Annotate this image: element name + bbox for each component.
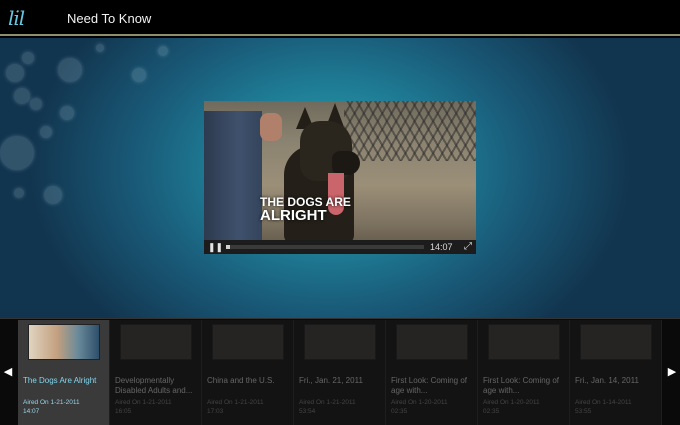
episode-duration: 02:35 bbox=[391, 408, 408, 415]
decorative-bubble bbox=[44, 186, 62, 204]
episode-tile[interactable]: First Look: Coming of age with... Aired O… bbox=[386, 320, 478, 425]
episode-aired: Aired On 1-20-2011 bbox=[391, 399, 448, 406]
episode-thumbnail bbox=[396, 324, 468, 360]
decorative-bubble bbox=[132, 68, 146, 82]
decorative-bubble bbox=[22, 52, 34, 64]
episode-thumbnail bbox=[304, 324, 376, 360]
page-title: Need To Know bbox=[67, 11, 152, 26]
app-window: lil Need To Know THE DOGS ARE ALRIGHT ❚❚… bbox=[0, 0, 680, 425]
episode-thumbnail bbox=[120, 324, 192, 360]
episode-tile[interactable]: First Look: Coming of age with... Aired O… bbox=[478, 320, 570, 425]
pause-icon[interactable]: ❚❚ bbox=[208, 242, 223, 252]
episode-tile[interactable]: Developmentally Disabled Adults and... Ai… bbox=[110, 320, 202, 425]
progress-bar[interactable] bbox=[226, 245, 424, 249]
episode-duration: 16:05 bbox=[115, 408, 132, 415]
episode-duration: 17:03 bbox=[207, 408, 224, 415]
episode-meta: Aired On 1-21-2011 17:03 bbox=[207, 398, 291, 416]
episode-title: China and the U.S. bbox=[207, 376, 275, 385]
episode-duration: 53:55 bbox=[575, 408, 592, 415]
episode-thumbnail bbox=[28, 324, 100, 360]
episode-duration: 53:54 bbox=[299, 408, 316, 415]
episode-aired: Aired On 1-20-2011 bbox=[483, 399, 540, 406]
video-frame-fence bbox=[344, 101, 476, 161]
video-stage: THE DOGS ARE ALRIGHT ❚❚ 14:07 ⤢ bbox=[0, 38, 680, 318]
decorative-bubble bbox=[58, 58, 82, 82]
episode-title: Fri., Jan. 21, 2011 bbox=[299, 376, 363, 385]
episode-tile[interactable]: China and the U.S. Aired On 1-21-2011 17:0… bbox=[202, 320, 294, 425]
episode-thumbnail bbox=[488, 324, 560, 360]
video-duration: 14:07 bbox=[430, 242, 453, 252]
episode-meta: Aired On 1-20-2011 02:35 bbox=[391, 398, 475, 416]
video-frame-dog-snout bbox=[332, 151, 360, 175]
episode-tile[interactable]: Fri., Jan. 21, 2011 Aired On 1-21-2011 53:… bbox=[294, 320, 386, 425]
video-caption-line2: ALRIGHT bbox=[260, 207, 327, 224]
scroll-right-icon[interactable]: ▶ bbox=[666, 365, 678, 381]
episode-meta: Aired On 1-21-2011 14:07 bbox=[23, 398, 107, 416]
episode-duration: 02:35 bbox=[483, 408, 500, 415]
decorative-bubble bbox=[60, 106, 74, 120]
episode-thumbnail bbox=[580, 324, 652, 360]
video-player[interactable]: THE DOGS ARE ALRIGHT ❚❚ 14:07 ⤢ bbox=[204, 101, 476, 254]
fullscreen-icon[interactable]: ⤢ bbox=[462, 241, 474, 253]
episode-title: First Look: Coming of age with... bbox=[391, 376, 468, 395]
video-controls: ❚❚ 14:07 ⤢ bbox=[204, 240, 476, 254]
episode-duration: 14:07 bbox=[23, 408, 40, 415]
scroll-left-icon[interactable]: ◀ bbox=[2, 365, 14, 381]
video-frame-hand bbox=[260, 113, 282, 141]
episode-title: Fri., Jan. 14, 2011 bbox=[575, 376, 639, 385]
episode-meta: Aired On 1-21-2011 16:05 bbox=[115, 398, 199, 416]
episode-meta: Aired On 1-21-2011 53:54 bbox=[299, 398, 383, 416]
decorative-bubble bbox=[30, 98, 42, 110]
decorative-bubble bbox=[40, 126, 52, 138]
progress-fill bbox=[226, 245, 230, 249]
episode-title: First Look: Coming of age with... bbox=[483, 376, 560, 395]
episode-thumbnail bbox=[212, 324, 284, 360]
episode-tile[interactable]: Fri., Jan. 14, 2011 Aired On 1-14-2011 53:… bbox=[570, 320, 662, 425]
episode-title: Developmentally Disabled Adults and... bbox=[115, 376, 193, 395]
episode-meta: Aired On 1-14-2011 53:55 bbox=[575, 398, 659, 416]
video-frame-person bbox=[204, 111, 262, 254]
decorative-bubble bbox=[96, 44, 104, 52]
episode-list: The Dogs Are Alright Aired On 1-21-2011 14… bbox=[18, 320, 662, 425]
episode-meta: Aired On 1-20-2011 02:35 bbox=[483, 398, 567, 416]
header-bar: lil Need To Know bbox=[0, 0, 680, 36]
episode-aired: Aired On 1-21-2011 bbox=[299, 399, 356, 406]
episode-aired: Aired On 1-21-2011 bbox=[115, 399, 172, 406]
episode-strip: ◀ The Dogs Are Alright Aired On 1-21-2011… bbox=[0, 318, 680, 425]
decorative-bubble bbox=[6, 64, 24, 82]
decorative-bubble bbox=[14, 188, 24, 198]
episode-title: The Dogs Are Alright bbox=[23, 376, 97, 385]
decorative-bubble bbox=[0, 136, 34, 170]
episode-tile[interactable]: The Dogs Are Alright Aired On 1-21-2011 14… bbox=[18, 320, 110, 425]
episode-aired: Aired On 1-21-2011 bbox=[207, 399, 264, 406]
video-caption: THE DOGS ARE ALRIGHT bbox=[260, 195, 351, 223]
decorative-bubble bbox=[158, 46, 168, 56]
episode-aired: Aired On 1-21-2011 bbox=[23, 399, 80, 406]
episode-aired: Aired On 1-14-2011 bbox=[575, 399, 632, 406]
app-logo[interactable]: lil bbox=[8, 6, 25, 30]
decorative-bubble bbox=[14, 88, 30, 104]
